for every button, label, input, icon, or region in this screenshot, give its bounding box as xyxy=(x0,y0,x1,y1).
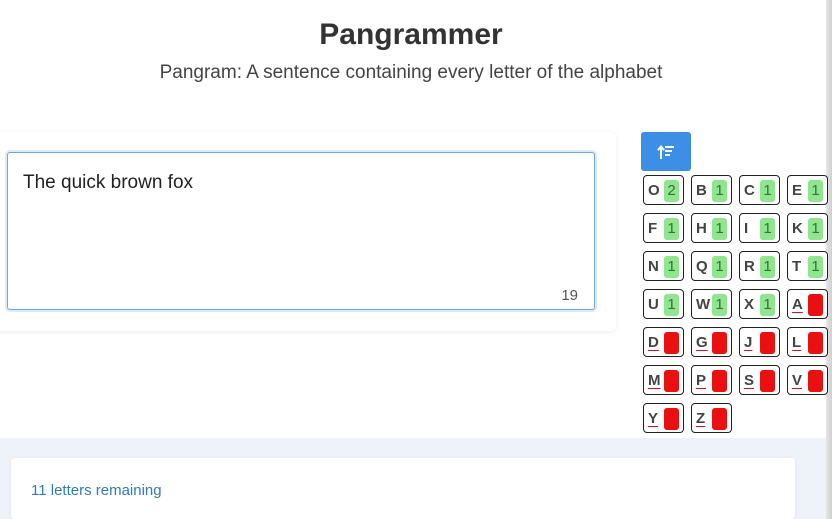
tile-count: 0 xyxy=(712,332,727,354)
tile-letter: T xyxy=(792,258,802,275)
tile-letter: D xyxy=(648,334,659,351)
tile-letter: X xyxy=(744,296,755,313)
letter-tile-t: T1 xyxy=(787,251,828,281)
status-card: 11 letters remaining xyxy=(11,458,795,519)
letter-tile-x: X1 xyxy=(739,289,780,319)
letter-tile-q: Q1 xyxy=(691,251,732,281)
letter-tile-a: A0 xyxy=(787,289,828,319)
tile-count: 1 xyxy=(808,256,823,278)
letter-tile-e: E1 xyxy=(787,175,828,205)
letter-tile-m: M0 xyxy=(643,365,684,395)
tile-letter: S xyxy=(744,372,755,389)
tile-count: 1 xyxy=(712,256,727,278)
letter-tile-o: O2 xyxy=(643,175,684,205)
letter-tile-z: Z0 xyxy=(691,403,732,433)
letter-tile-p: P0 xyxy=(691,365,732,395)
tile-count: 0 xyxy=(712,408,727,430)
tile-count: 1 xyxy=(664,256,679,278)
letter-tile-c: C1 xyxy=(739,175,780,205)
tile-letter: H xyxy=(696,220,707,237)
tile-count: 1 xyxy=(760,256,775,278)
tile-letter: C xyxy=(744,182,755,199)
letter-tile-u: U1 xyxy=(643,289,684,319)
tile-count: 1 xyxy=(664,294,679,316)
tile-letter: R xyxy=(744,258,755,275)
letter-tile-g: G0 xyxy=(691,327,732,357)
tile-letter: L xyxy=(792,334,802,351)
tile-count: 1 xyxy=(664,218,679,240)
tile-letter: P xyxy=(696,372,707,389)
tile-count: 0 xyxy=(664,408,679,430)
letter-tile-l: L0 xyxy=(787,327,828,357)
tile-count: 0 xyxy=(808,370,823,392)
letter-tile-j: J0 xyxy=(739,327,780,357)
tile-letter: E xyxy=(792,182,803,199)
tile-letter: Q xyxy=(696,258,708,275)
letter-tile-f: F1 xyxy=(643,213,684,243)
tile-letter: O xyxy=(648,182,660,199)
page-subtitle: Pangram: A sentence containing every let… xyxy=(159,62,663,83)
tile-count: 2 xyxy=(664,180,679,202)
letter-tile-n: N1 xyxy=(643,251,684,281)
tile-letter: W xyxy=(696,296,711,313)
letter-tile-i: I1 xyxy=(739,213,780,243)
sort-ascending-icon xyxy=(657,144,674,159)
letter-tile-v: V0 xyxy=(787,365,828,395)
tile-count: 1 xyxy=(712,218,727,240)
tile-count: 0 xyxy=(664,370,679,392)
letter-tile-y: Y0 xyxy=(643,403,684,433)
letters-remaining-text: 11 letters remaining xyxy=(31,482,162,499)
tile-letter: U xyxy=(648,296,659,313)
tile-letter: A xyxy=(792,296,803,313)
page-title: Pangrammer xyxy=(319,18,503,51)
tile-count: 1 xyxy=(760,180,775,202)
tile-count: 0 xyxy=(760,370,775,392)
tile-count: 1 xyxy=(760,294,775,316)
sentence-text[interactable]: The quick brown fox xyxy=(23,172,193,194)
letter-tile-w: W1 xyxy=(691,289,732,319)
tile-count: 1 xyxy=(808,180,823,202)
tile-count: 0 xyxy=(712,370,727,392)
tile-letter: M xyxy=(648,372,661,389)
character-count: 19 xyxy=(561,287,578,304)
tile-letter: Y xyxy=(648,410,659,427)
tile-letter: K xyxy=(792,220,803,237)
tile-letter: F xyxy=(648,220,658,237)
sort-button[interactable] xyxy=(641,132,691,171)
letter-tile-h: H1 xyxy=(691,213,732,243)
tile-count: 0 xyxy=(808,332,823,354)
tile-letter: J xyxy=(744,334,753,351)
letter-tile-k: K1 xyxy=(787,213,828,243)
tile-letter: V xyxy=(792,372,803,389)
tile-count: 0 xyxy=(760,332,775,354)
letter-tile-b: B1 xyxy=(691,175,732,205)
tile-count: 1 xyxy=(808,218,823,240)
tile-count: 1 xyxy=(712,180,727,202)
tile-letter: B xyxy=(696,182,707,199)
letter-tile-r: R1 xyxy=(739,251,780,281)
tile-letter: G xyxy=(696,334,708,351)
tile-letter: N xyxy=(648,258,659,275)
sentence-textarea[interactable]: The quick brown fox 19 xyxy=(7,152,595,310)
letter-tile-s: S0 xyxy=(739,365,780,395)
tile-count: 1 xyxy=(760,218,775,240)
letter-tile-d: D0 xyxy=(643,327,684,357)
tile-letter: Z xyxy=(696,410,706,427)
tile-count: 0 xyxy=(664,332,679,354)
tile-count: 0 xyxy=(808,294,823,316)
tile-count: 1 xyxy=(712,294,727,316)
tile-letter: I xyxy=(744,220,749,237)
